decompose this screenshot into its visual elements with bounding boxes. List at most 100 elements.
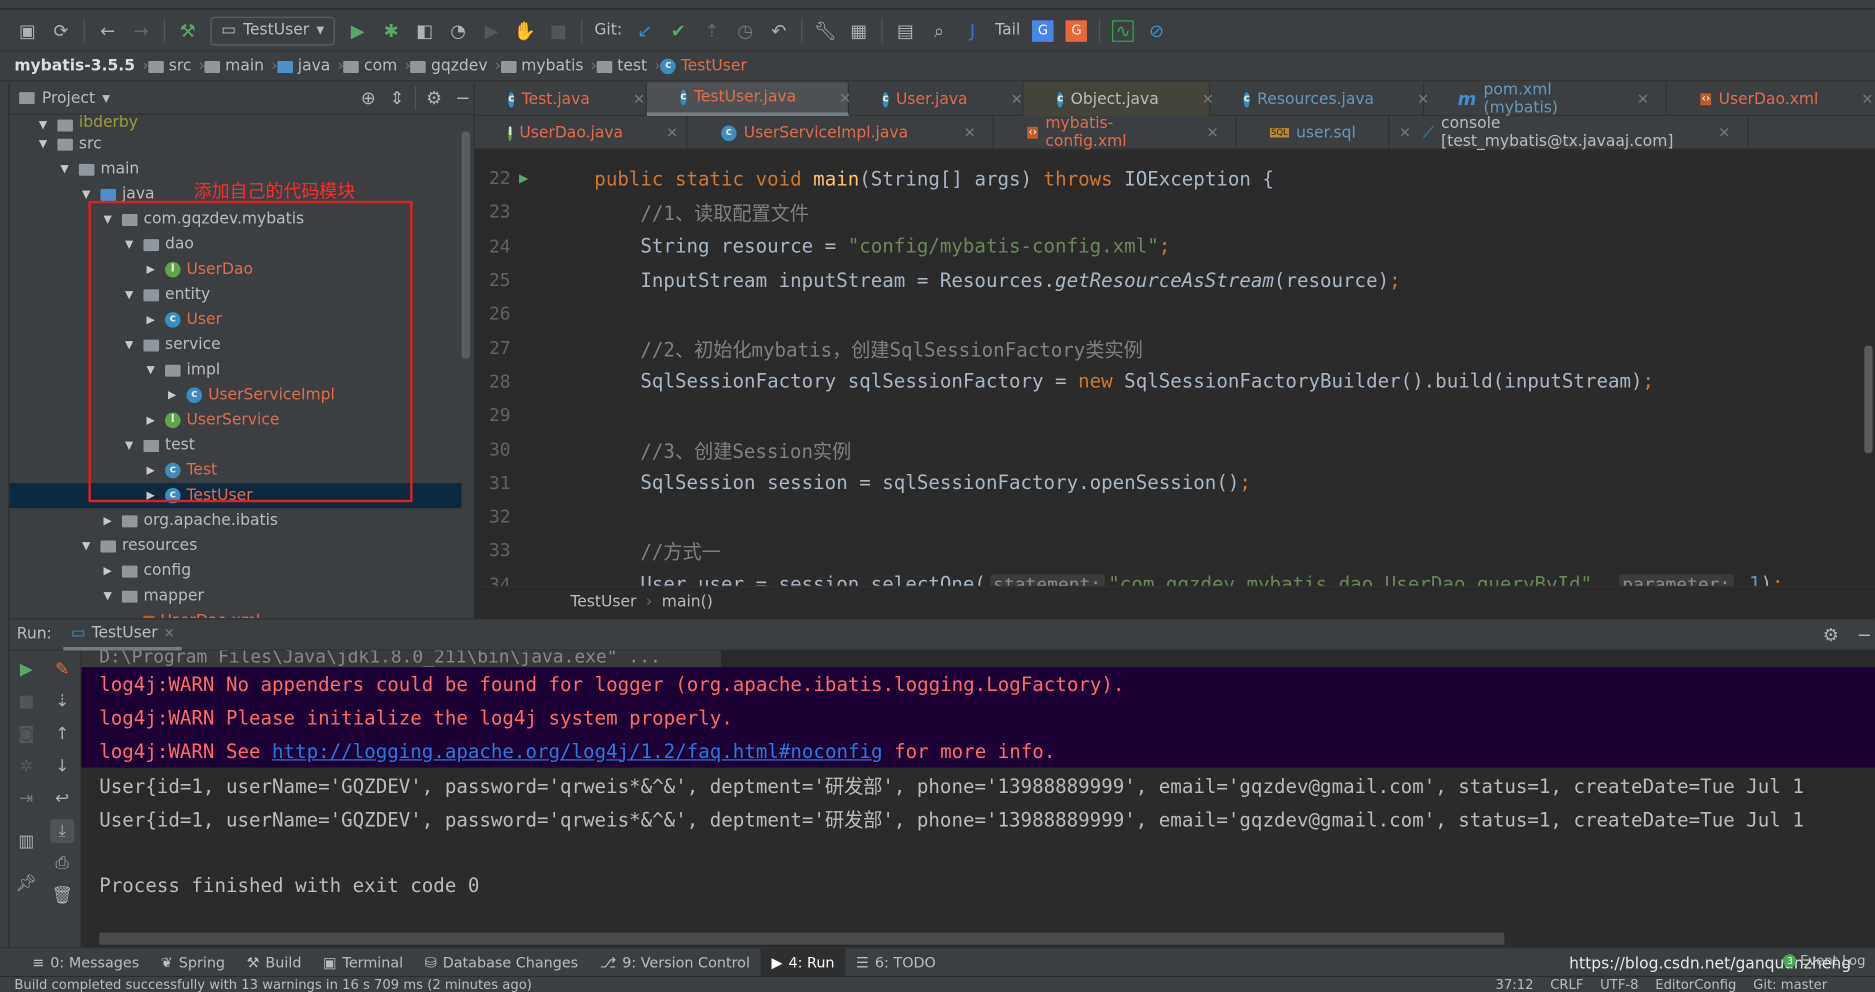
google-translate-icon[interactable]: G (1032, 19, 1054, 42)
breadcrumb-item[interactable]: mybatis (500, 57, 584, 75)
debug-icon[interactable]: ✱ (380, 20, 402, 42)
translate-icon[interactable]: G (1065, 19, 1088, 42)
close-icon[interactable]: ✕ (666, 124, 678, 141)
editor-tab[interactable]: c User.java ✕ (849, 82, 1024, 116)
tree-item[interactable]: ▶ config (10, 558, 462, 583)
terminal-icon[interactable]: ▤ (895, 20, 917, 42)
tool-window-button[interactable]: ☰ 6: TODO (845, 948, 946, 977)
editor-tab[interactable]: c TestUser.java ✕ (646, 82, 851, 116)
up-arrow-icon[interactable]: ↑ (50, 722, 74, 746)
run-icon[interactable]: ▶ (347, 20, 369, 42)
tool-window-button[interactable]: ⎇ 9: Version Control (589, 948, 761, 977)
expand-arrow-icon[interactable]: ▼ (57, 163, 71, 175)
close-icon[interactable]: ✕ (633, 91, 645, 108)
tool-window-button[interactable]: ≡ 0: Messages (22, 948, 150, 977)
git-update-icon[interactable]: ↙ (634, 20, 656, 42)
down-arrow-icon[interactable]: ↓ (50, 755, 74, 779)
editor-tab[interactable]: ‹› UserDao.xml ✕ (1667, 83, 1875, 116)
breadcrumb-item[interactable]: test (596, 57, 647, 75)
close-icon[interactable]: ✕ (1011, 91, 1023, 108)
rollback-icon[interactable]: ↶ (768, 20, 790, 42)
build-hammer-icon[interactable]: ⚒ (177, 20, 199, 42)
crumb-method[interactable]: main() (662, 593, 713, 611)
tree-item[interactable]: ‹›UserDao.xml (10, 609, 462, 619)
print-icon[interactable]: ⎙ (50, 851, 74, 875)
status-message[interactable]: Build completed successfully with 13 war… (14, 977, 532, 992)
editor-tab[interactable]: c Object.java ✕ (1023, 82, 1214, 116)
close-icon[interactable]: ✕ (1861, 91, 1873, 108)
trash-icon[interactable]: 🗑︎ (50, 884, 74, 908)
editor-tab[interactable]: ‹› mybatis-config.xml ✕ (994, 115, 1237, 151)
run-gutter-icon[interactable]: ▶ (519, 169, 528, 187)
editor-tab[interactable]: c UserServiceImpl.java ✕ (688, 115, 994, 150)
scroll-to-end-icon[interactable]: ⤓ (50, 819, 75, 844)
breadcrumb-item[interactable]: c TestUser (660, 57, 747, 75)
project-structure-icon[interactable]: ▦ (848, 20, 870, 42)
stop-icon[interactable]: ■ (548, 20, 570, 42)
breadcrumb-item[interactable]: com (343, 57, 397, 75)
disable-icon[interactable]: ⊘ (1146, 20, 1168, 42)
tree-item[interactable]: ▼ resources (10, 533, 462, 558)
jrebel-icon[interactable]: J (962, 20, 984, 42)
camera-icon[interactable]: ◙ (14, 722, 38, 746)
editor-tab[interactable]: m pom.xml (mybatis) ✕ (1424, 81, 1667, 117)
code-area[interactable]: 22 ▶ public static void main (String[] args… (475, 149, 1875, 586)
breadcrumb-item[interactable]: main (204, 57, 264, 75)
event-log-button[interactable]: 3 Event Log (1783, 953, 1865, 969)
git-commit-icon[interactable]: ✔ (668, 20, 690, 42)
collapse-icon[interactable]: ⇕ (386, 87, 408, 109)
editor-tab[interactable]: c Resources.java ✕ (1210, 82, 1429, 116)
exit-icon[interactable]: ⇥ (14, 787, 38, 811)
tail-button[interactable]: Tail (995, 22, 1020, 40)
attach-icon[interactable]: ✋ (514, 20, 536, 42)
tree-item[interactable]: ▶ org.apache.ibatis (10, 508, 462, 533)
console-horizontal-scrollbar[interactable] (99, 932, 1505, 945)
file-encoding[interactable]: UTF-8 (1600, 977, 1638, 992)
clear-icon[interactable]: ✎ (50, 658, 74, 682)
line-separator[interactable]: CRLF (1550, 977, 1583, 992)
tree-item[interactable]: ▼ mapper (10, 584, 462, 609)
close-icon[interactable]: ✕ (964, 124, 976, 141)
pin-icon[interactable]: 📌︎ (14, 872, 38, 896)
breadcrumb-item[interactable]: src (148, 57, 191, 75)
editor-tab[interactable]: SQL user.sql ✕ (1236, 115, 1411, 150)
expand-arrow-icon[interactable]: ▼ (79, 188, 93, 200)
editorconfig[interactable]: EditorConfig (1655, 977, 1736, 992)
locate-icon[interactable]: ⊕ (358, 87, 380, 109)
crumb-class[interactable]: TestUser (570, 593, 636, 611)
settings-icon[interactable]: ✲ (14, 755, 38, 779)
editor-tab[interactable]: c Test.java ✕ (475, 82, 647, 116)
back-icon[interactable]: ← (97, 20, 119, 42)
expand-arrow-icon[interactable]: ▼ (100, 590, 114, 602)
search-icon[interactable]: ⌕ (928, 20, 950, 42)
monitor-icon[interactable]: ∿ (1112, 19, 1134, 42)
forward-icon[interactable]: → (130, 20, 152, 42)
run-config-select[interactable]: ▭ TestUser ▾ (210, 16, 335, 45)
breadcrumb-item[interactable]: mybatis-3.5.5 (14, 57, 135, 75)
expand-arrow-icon[interactable]: ▼ (36, 120, 50, 132)
gear-icon[interactable]: ⚙ (1820, 624, 1842, 646)
git-push-icon[interactable]: ⇡ (701, 20, 723, 42)
tool-window-button[interactable]: ▶ 4: Run (760, 947, 846, 977)
editor-tab[interactable]: I UserDao.java ✕ (475, 115, 688, 150)
resume-icon[interactable]: ▶ (481, 20, 503, 42)
sync-icon[interactable]: ⟳ (50, 20, 72, 42)
breadcrumb-item[interactable]: java (277, 57, 330, 75)
collapse-arrow-icon[interactable]: ▶ (100, 515, 114, 527)
console-output[interactable]: D:\Program Files\Java\jdk1.8.0_211\bin\j… (81, 650, 1875, 948)
project-view-select[interactable]: Project (42, 89, 95, 107)
tool-window-button[interactable]: ❦ Spring (150, 948, 236, 977)
tool-window-button[interactable]: ▣ Terminal (312, 948, 414, 977)
profile-icon[interactable]: ◔ (447, 20, 469, 42)
tool-window-button[interactable]: ⚒ Build (236, 948, 312, 977)
close-icon[interactable]: ✕ (1718, 124, 1730, 141)
log4j-faq-link[interactable]: http://logging.apache.org/log4j/1.2/faq.… (272, 740, 883, 763)
editor-scrollbar[interactable] (1864, 345, 1873, 454)
settings-wrench-icon[interactable]: 🔧︎ (814, 20, 837, 42)
collapse-arrow-icon[interactable]: ▶ (100, 565, 114, 577)
project-scrollbar[interactable] (461, 131, 470, 359)
stop-icon[interactable]: ■ (14, 690, 38, 714)
expand-arrow-icon[interactable]: ▼ (36, 138, 50, 150)
save-icon[interactable]: ▣ (17, 20, 39, 42)
layout-icon[interactable]: ▥ (14, 830, 38, 854)
